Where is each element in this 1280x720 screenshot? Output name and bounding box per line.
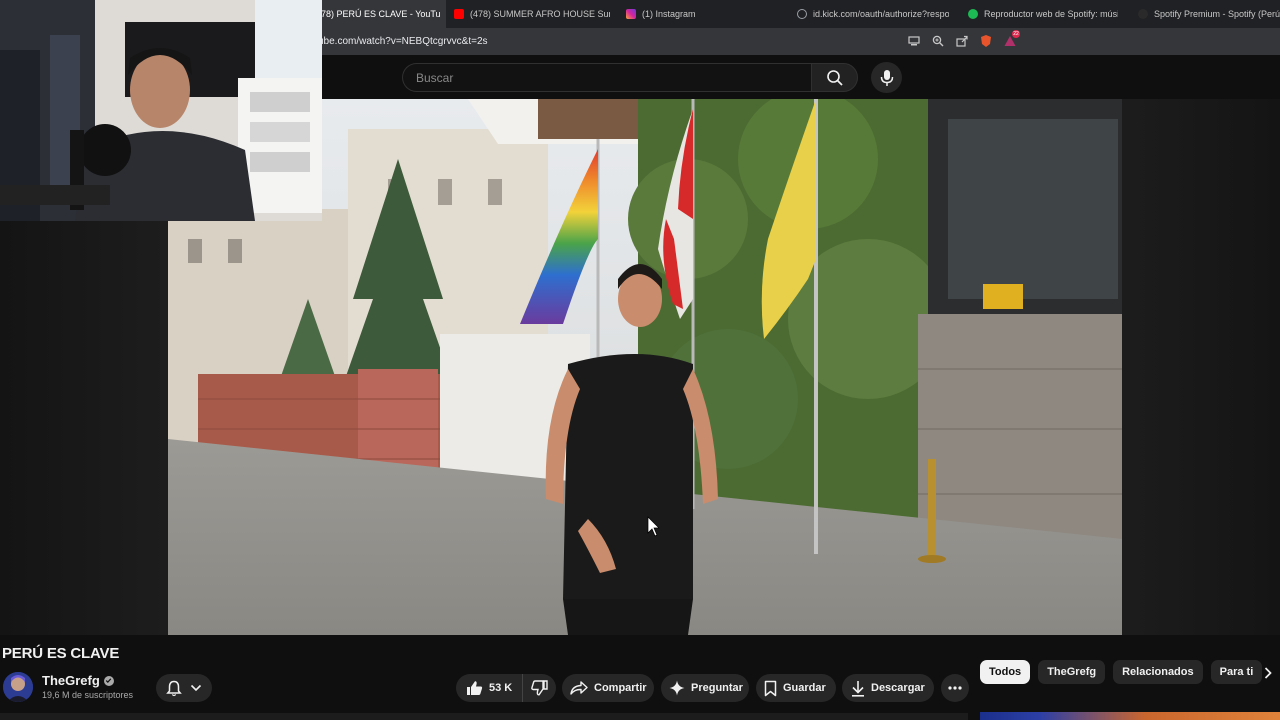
chip-todos[interactable]: Todos [980,660,1031,684]
search-icon [826,69,843,86]
bell-icon [166,680,182,696]
subscriber-count: 19,6 M de suscriptores [42,690,134,700]
search-input[interactable] [403,64,811,91]
share-button[interactable]: Compartir [562,674,654,702]
share-page-icon[interactable] [954,33,970,49]
save-button[interactable]: Guardar [756,674,836,702]
instagram-icon [626,9,636,19]
download-icon [852,680,864,697]
more-horizontal-icon [948,686,962,690]
chip-para-ti[interactable]: Para ti [1210,660,1263,684]
tab-title: (1) Instagram [642,9,696,19]
tab-spotify-premium[interactable]: Spotify Premium - Spotify (Perú) [1138,0,1280,28]
webcam-overlay [0,0,322,221]
voice-search-button[interactable] [871,62,902,93]
ask-button[interactable]: Preguntar [661,674,749,702]
thumbs-down-icon [531,680,548,696]
chevron-right-icon [1264,667,1272,679]
tab-kick-oauth[interactable]: id.kick.com/oauth/authorize?respons [797,0,949,28]
chip-relacionados[interactable]: Relacionados [1113,660,1203,684]
dislike-button[interactable] [523,674,556,702]
tab-peru-es-clave[interactable]: (78) PERÚ ES CLAVE - YouTu ✕ [316,0,446,28]
chevron-down-icon [190,684,202,692]
spotify-icon [968,9,978,19]
ask-label: Preguntar [691,682,743,694]
channel-avatar[interactable] [3,672,33,702]
search-button[interactable] [811,63,858,92]
thumbs-up-icon [467,681,483,695]
tab-title: Reproductor web de Spotify: música [984,9,1118,19]
video-title: PERÚ ES CLAVE [2,645,120,662]
brave-shield-icon[interactable] [978,33,994,49]
cast-icon[interactable] [906,33,922,49]
chips-next-button[interactable] [1257,662,1279,684]
extension-badge: 22 [1012,30,1020,38]
bookmark-icon [764,680,777,696]
notifications-button[interactable] [156,674,212,702]
share-label: Compartir [594,682,647,694]
share-icon [570,681,588,695]
like-dislike-group: 53 K [456,674,556,702]
zoom-icon[interactable] [930,33,946,49]
webcam-feed [0,0,322,221]
tab-summer-afro-house[interactable]: (478) SUMMER AFRO HOUSE Sunset [454,0,610,28]
tab-instagram[interactable]: (1) Instagram [626,0,776,28]
avatar-image [3,672,33,702]
save-label: Guardar [783,682,826,694]
recommendation-chips: Todos TheGrefg Relacionados Para ti [980,660,1263,684]
download-label: Descargar [871,682,925,694]
tab-title: Spotify Premium - Spotify (Perú) [1154,9,1280,19]
search-box[interactable] [402,63,811,92]
rewards-icon[interactable]: 22 [1002,30,1020,49]
tab-title: (78) PERÚ ES CLAVE - YouTu [318,9,441,19]
recommended-thumbnail-peek[interactable] [980,712,1280,720]
globe-icon [797,9,807,19]
url-text[interactable]: ube.com/watch?v=NEBQtcgrvvc&t=2s [318,36,488,47]
address-bar-actions: 22 [906,30,1020,49]
verified-badge-icon [103,675,114,686]
description-box-edge [0,713,968,720]
tab-title: id.kick.com/oauth/authorize?respons [813,9,949,19]
channel-name[interactable]: TheGrefg [42,673,114,688]
tab-spotify-web[interactable]: Reproductor web de Spotify: música [968,0,1118,28]
like-count: 53 K [489,682,513,694]
download-button[interactable]: Descargar [842,674,934,702]
more-actions-button[interactable] [941,674,969,702]
sparkle-icon [669,680,685,696]
youtube-icon [454,9,464,19]
like-button[interactable]: 53 K [460,674,524,702]
microphone-icon [880,69,893,86]
chip-thegrefg[interactable]: TheGrefg [1038,660,1106,684]
channel-name-text[interactable]: TheGrefg [42,673,100,688]
spotify-dark-icon [1138,9,1148,19]
tab-title: (478) SUMMER AFRO HOUSE Sunset [470,9,610,19]
